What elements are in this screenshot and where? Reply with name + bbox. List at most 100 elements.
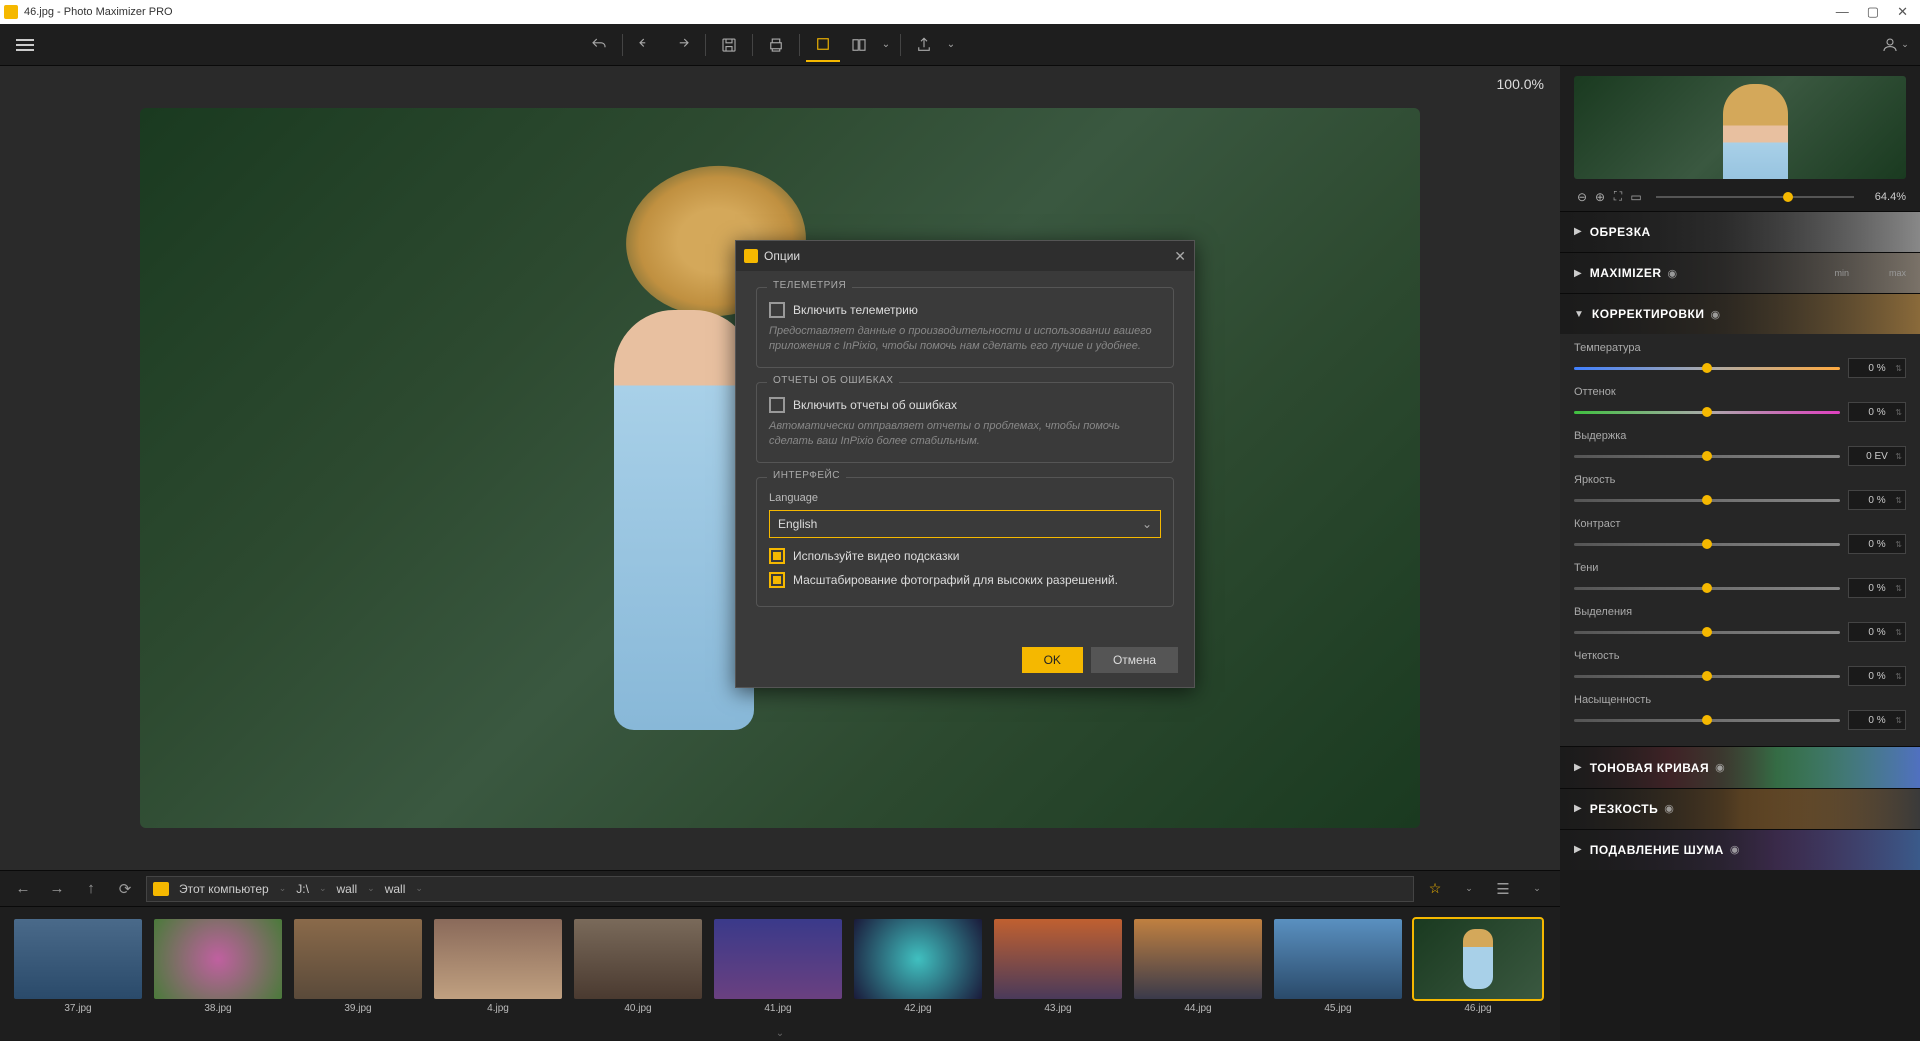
view-dropdown[interactable]: ⌄ (1524, 876, 1550, 902)
thumbnail-item[interactable]: 39.jpg (294, 919, 422, 1014)
contrast-slider[interactable] (1574, 543, 1840, 546)
brightness-slider[interactable] (1574, 499, 1840, 502)
thumbnail-item[interactable]: 45.jpg (1274, 919, 1402, 1014)
dialog-titlebar[interactable]: Опции ✕ (736, 241, 1194, 271)
exposure-value[interactable]: 0 EV (1848, 446, 1906, 466)
saturation-value[interactable]: 0 % (1848, 710, 1906, 730)
tint-slider[interactable] (1574, 411, 1840, 414)
ok-button[interactable]: OK (1022, 647, 1083, 673)
exposure-label: Выдержка (1574, 430, 1906, 442)
thumbnail-image (1134, 919, 1262, 999)
section-tone-curve[interactable]: ▶ ТОНОВАЯ КРИВАЯ ◉ (1560, 746, 1920, 787)
chevron-right-icon: ▶ (1574, 844, 1582, 855)
filmstrip: ← → ↑ ⟳ Этот компьютер⌄ J:\⌄ wall⌄ wall⌄… (0, 870, 1560, 1040)
adjustments-panel: Температура0 % Оттенок0 % Выдержка0 EV Я… (1560, 334, 1920, 746)
filmstrip-collapse[interactable]: ⌄ (0, 1026, 1560, 1041)
view-split-button[interactable] (842, 28, 876, 62)
temperature-slider[interactable] (1574, 367, 1840, 370)
zoom-fit-icon[interactable]: ⛶ (1610, 189, 1626, 205)
redo-button[interactable] (665, 28, 699, 62)
thumbnail-filename: 42.jpg (904, 1003, 931, 1014)
section-sharpness[interactable]: ▶ РЕЗКОСТЬ ◉ (1560, 788, 1920, 829)
save-button[interactable] (712, 28, 746, 62)
nav-forward-button[interactable]: → (44, 876, 70, 902)
thumbnail-filename: 41.jpg (764, 1003, 791, 1014)
contrast-value[interactable]: 0 % (1848, 534, 1906, 554)
zoom-slider[interactable] (1656, 196, 1854, 198)
visibility-icon[interactable]: ◉ (1710, 308, 1720, 321)
language-select[interactable]: English (769, 510, 1161, 538)
cancel-button[interactable]: Отмена (1091, 647, 1178, 673)
contrast-label: Контраст (1574, 518, 1906, 530)
thumbnail-filename: 39.jpg (344, 1003, 371, 1014)
tint-value[interactable]: 0 % (1848, 402, 1906, 422)
thumbnail-item[interactable]: 43.jpg (994, 919, 1122, 1014)
thumbnail-item[interactable]: 41.jpg (714, 919, 842, 1014)
hires-scaling-label: Масштабирование фотографий для высоких р… (793, 573, 1118, 587)
chevron-down-icon: ▼ (1574, 309, 1584, 320)
clarity-slider[interactable] (1574, 675, 1840, 678)
favorite-dropdown[interactable]: ⌄ (1456, 876, 1482, 902)
highlights-value[interactable]: 0 % (1848, 622, 1906, 642)
minimize-button[interactable]: — (1836, 4, 1849, 20)
nav-up-button[interactable]: ↑ (78, 876, 104, 902)
thumbnail-item[interactable]: 42.jpg (854, 919, 982, 1014)
errors-checkbox[interactable] (769, 397, 785, 413)
nav-refresh-button[interactable]: ⟳ (112, 876, 138, 902)
tint-label: Оттенок (1574, 386, 1906, 398)
temperature-label: Температура (1574, 342, 1906, 354)
visibility-icon[interactable]: ◉ (1715, 761, 1725, 774)
favorite-button[interactable]: ☆ (1422, 876, 1448, 902)
view-single-button[interactable] (806, 28, 840, 62)
app-icon (4, 5, 18, 19)
video-hints-checkbox[interactable] (769, 548, 785, 564)
video-hints-label: Используйте видео подсказки (793, 549, 959, 563)
dialog-close-button[interactable]: ✕ (1174, 248, 1186, 265)
section-adjustments[interactable]: ▼ КОРРЕКТИРОВКИ ◉ (1560, 293, 1920, 334)
title-filename: 46.jpg (24, 6, 54, 18)
telemetry-checkbox[interactable] (769, 302, 785, 318)
clarity-value[interactable]: 0 % (1848, 666, 1906, 686)
thumbnail-item[interactable]: 37.jpg (14, 919, 142, 1014)
thumbnail-item[interactable]: 44.jpg (1134, 919, 1262, 1014)
visibility-icon[interactable]: ◉ (1668, 267, 1678, 280)
shadows-value[interactable]: 0 % (1848, 578, 1906, 598)
section-noise[interactable]: ▶ ПОДАВЛЕНИЕ ШУМА ◉ (1560, 829, 1920, 870)
thumbnail-item[interactable]: 4.jpg (434, 919, 562, 1014)
brightness-value[interactable]: 0 % (1848, 490, 1906, 510)
separator (622, 34, 623, 56)
share-button[interactable] (907, 28, 941, 62)
zoom-100-icon[interactable]: ▭ (1628, 189, 1644, 205)
shadows-slider[interactable] (1574, 587, 1840, 590)
view-dropdown[interactable]: ⌄ (878, 28, 894, 62)
account-button[interactable]: ⌄ (1878, 28, 1912, 62)
zoom-out-icon[interactable]: ⊖ (1574, 189, 1590, 205)
right-panel: ⊖ ⊕ ⛶ ▭ 64.4% ▶ ОБРЕЗКА ▶ MAXIMIZER ◉ mi… (1560, 66, 1920, 870)
nav-back-button[interactable]: ← (10, 876, 36, 902)
saturation-slider[interactable] (1574, 719, 1840, 722)
maximize-button[interactable]: ▢ (1867, 4, 1879, 20)
preview-thumbnail[interactable] (1560, 66, 1920, 183)
section-crop[interactable]: ▶ ОБРЕЗКА (1560, 211, 1920, 252)
thumbnail-item[interactable]: 38.jpg (154, 919, 282, 1014)
zoom-in-icon[interactable]: ⊕ (1592, 189, 1608, 205)
undo-button[interactable] (582, 28, 616, 62)
exposure-slider[interactable] (1574, 455, 1840, 458)
thumbnail-item[interactable]: 40.jpg (574, 919, 702, 1014)
shadows-label: Тени (1574, 562, 1906, 574)
thumbnail-item[interactable]: 46.jpg (1414, 919, 1542, 1014)
print-button[interactable] (759, 28, 793, 62)
visibility-icon[interactable]: ◉ (1730, 843, 1740, 856)
highlights-slider[interactable] (1574, 631, 1840, 634)
close-button[interactable]: ✕ (1897, 4, 1908, 20)
thumbnail-image (14, 919, 142, 999)
share-dropdown[interactable]: ⌄ (943, 28, 959, 62)
view-options-button[interactable]: ☰ (1490, 876, 1516, 902)
hires-scaling-checkbox[interactable] (769, 572, 785, 588)
menu-button[interactable] (8, 31, 42, 59)
visibility-icon[interactable]: ◉ (1664, 802, 1674, 815)
temperature-value[interactable]: 0 % (1848, 358, 1906, 378)
section-maximizer[interactable]: ▶ MAXIMIZER ◉ min max (1560, 252, 1920, 293)
path-breadcrumb[interactable]: Этот компьютер⌄ J:\⌄ wall⌄ wall⌄ (146, 876, 1414, 902)
undo-step-button[interactable] (629, 28, 663, 62)
